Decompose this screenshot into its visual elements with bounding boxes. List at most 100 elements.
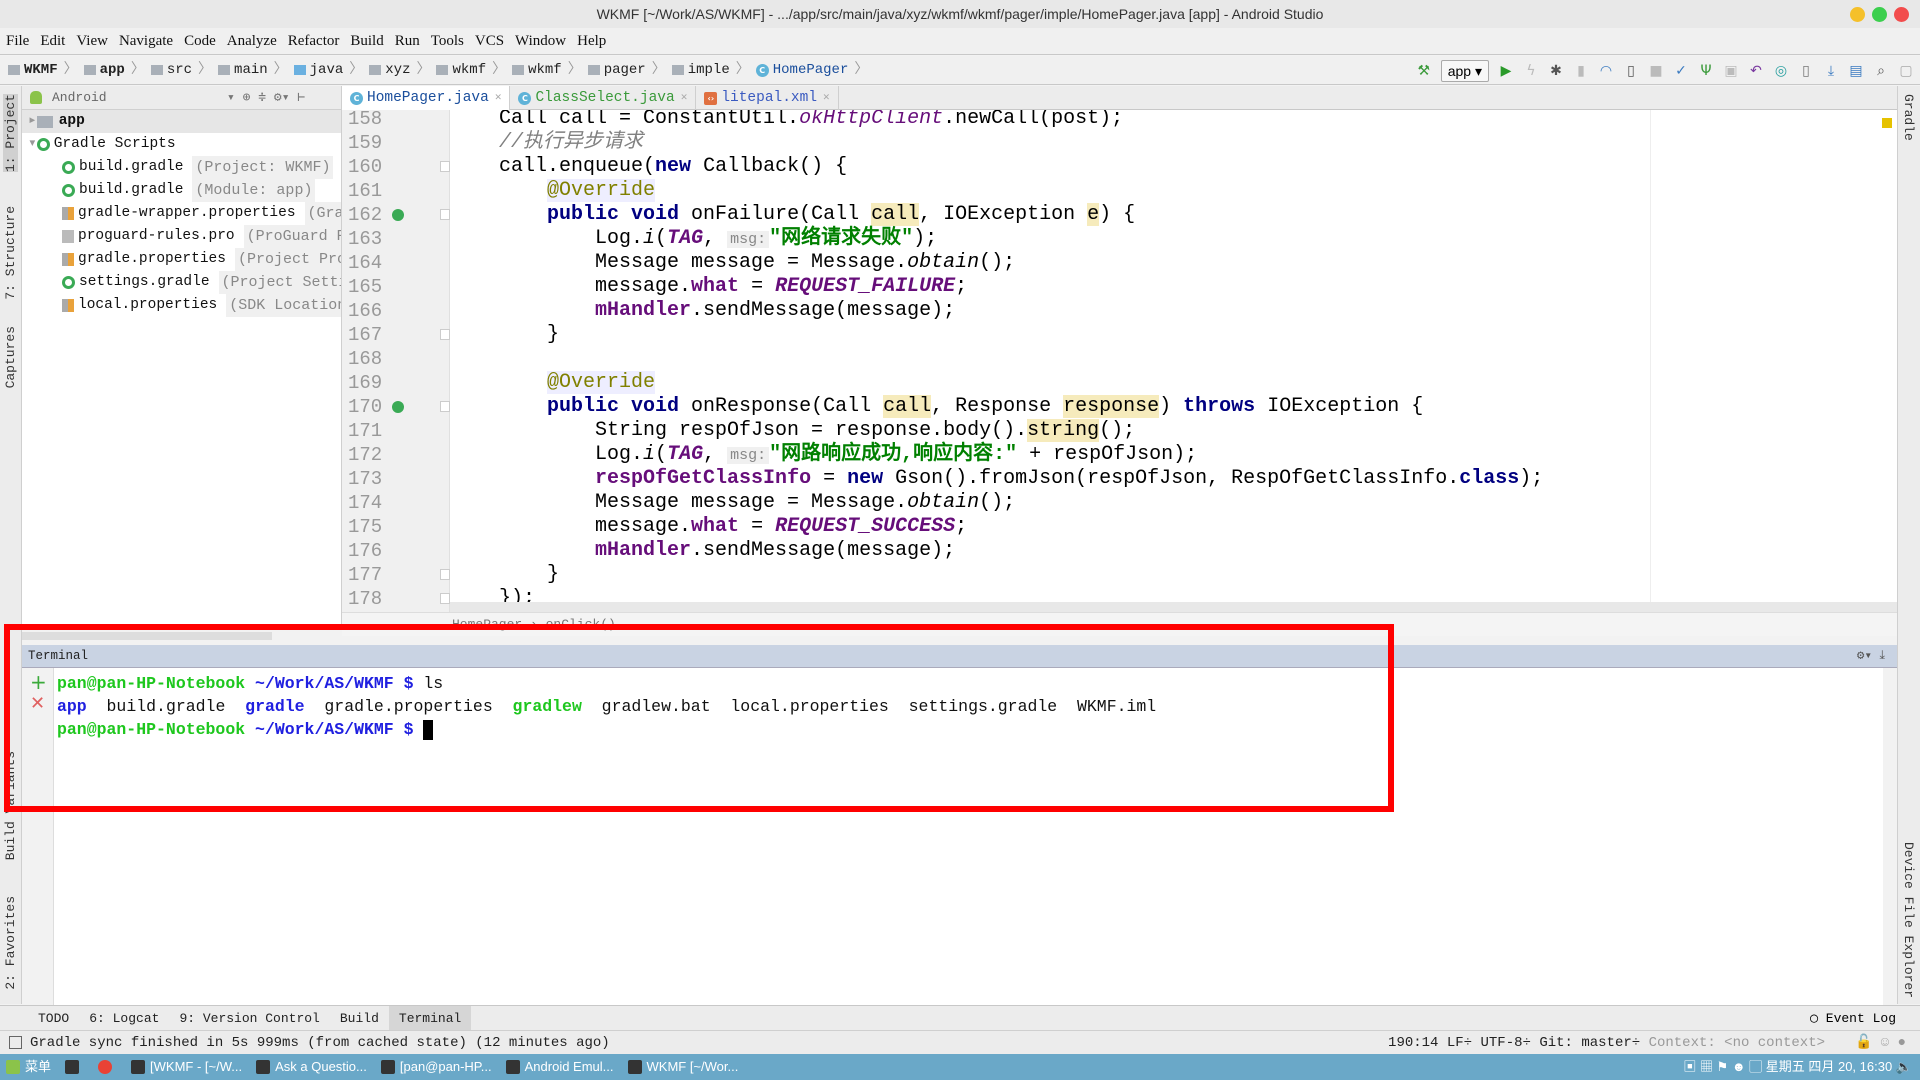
breadcrumb-item[interactable]: java 〉: [293, 56, 363, 85]
inspection-status-icon[interactable]: [1882, 118, 1892, 128]
menu-help[interactable]: Help: [577, 33, 606, 49]
bottom-tab-terminal[interactable]: Terminal: [388, 1006, 472, 1030]
breadcrumb-item[interactable]: main 〉: [218, 56, 288, 85]
menu-refactor[interactable]: Refactor: [288, 33, 340, 49]
volume-icon[interactable]: 🔈: [1896, 1059, 1912, 1074]
menu-analyze[interactable]: Analyze: [227, 33, 277, 49]
menu-view[interactable]: View: [76, 33, 108, 49]
tree-item[interactable]: gradle-wrapper.properties (Gradle: [22, 202, 341, 225]
project-horizontal-scrollbar[interactable]: [22, 632, 272, 640]
menu-run[interactable]: Run: [395, 33, 420, 49]
apply-changes-icon[interactable]: ϟ: [1523, 63, 1539, 79]
taskbar-task[interactable]: Android Emul...: [505, 1054, 614, 1080]
bottom-tab-9-version-control[interactable]: 9: Version Control: [169, 1006, 329, 1030]
code-editor[interactable]: 158 Call call = ConstantUtil.okHttpClien…: [342, 110, 1897, 612]
lock-icon[interactable]: 🔓 ☺ ●: [1855, 1031, 1906, 1055]
sync-gradle-icon[interactable]: ◎: [1773, 63, 1789, 79]
chrome-launcher-icon[interactable]: [98, 1060, 117, 1074]
close-tab-icon[interactable]: ✕: [495, 86, 502, 110]
editor-breadcrumb-text[interactable]: HomePager › onClick(): [452, 617, 616, 632]
breadcrumb-item[interactable]: pager 〉: [587, 56, 666, 85]
tree-item[interactable]: gradle.properties (Project Properties: [22, 248, 341, 271]
tool-window-device-file-explorer[interactable]: Device File Explorer: [1901, 842, 1916, 998]
project-view-select[interactable]: Android: [52, 90, 107, 105]
context-indicator[interactable]: Context: <no context>: [1649, 1035, 1825, 1051]
breadcrumb-item[interactable]: xyz 〉: [369, 56, 430, 85]
tool-window-project[interactable]: 1: Project: [3, 94, 18, 173]
vcs-revert-icon[interactable]: ↶: [1748, 63, 1764, 79]
tree-item[interactable]: build.gradle (Project: WKMF): [22, 156, 341, 179]
menu-code[interactable]: Code: [184, 33, 216, 49]
taskbar-task[interactable]: WKMF [~/Wor...: [627, 1054, 738, 1080]
profile-icon[interactable]: ▮: [1573, 63, 1589, 79]
stop-icon[interactable]: ■: [1648, 63, 1664, 79]
run-config-select[interactable]: app ▾: [1440, 60, 1489, 82]
editor-horizontal-scrollbar[interactable]: [450, 602, 1897, 612]
event-log-button[interactable]: ◯ Event Log: [1810, 1006, 1896, 1031]
tool-window-build-variants[interactable]: Build Variants: [3, 751, 18, 860]
vcs-compare-icon[interactable]: ▣: [1723, 63, 1739, 79]
vcs-update-icon[interactable]: ✓: [1673, 63, 1689, 79]
tab-classselect-java[interactable]: C ClassSelect.java ✕: [510, 86, 697, 110]
taskbar-task[interactable]: [WKMF - [~/W...: [131, 1054, 242, 1080]
git-branch[interactable]: Git: master÷: [1539, 1035, 1640, 1051]
breadcrumb-item[interactable]: WKMF 〉: [8, 56, 78, 85]
tree-item[interactable]: ▸ app: [22, 110, 341, 133]
project-structure-icon[interactable]: ▤: [1848, 63, 1864, 79]
fold-marker-icon[interactable]: [440, 401, 450, 412]
override-marker-icon[interactable]: [392, 401, 404, 413]
file-encoding[interactable]: UTF-8÷: [1481, 1035, 1531, 1051]
attach-debugger-icon[interactable]: ◠: [1598, 63, 1614, 79]
breadcrumb-item[interactable]: wkmf 〉: [436, 56, 506, 85]
caret-position[interactable]: 190:14: [1388, 1035, 1438, 1051]
expand-arrow-icon[interactable]: ▸: [28, 110, 37, 133]
fold-marker-icon[interactable]: [440, 161, 450, 172]
close-session-icon[interactable]: ✕: [30, 693, 45, 714]
override-marker-icon[interactable]: [392, 209, 404, 221]
vcs-commit-icon[interactable]: Ψ: [1698, 63, 1714, 79]
bottom-tab-6-logcat[interactable]: 6: Logcat: [79, 1006, 169, 1030]
terminal-settings-icon[interactable]: ⚙▾ ⤓: [1857, 645, 1885, 668]
tool-window-structure[interactable]: 7: Structure: [3, 206, 18, 300]
tool-window-favorites[interactable]: 2: Favorites: [3, 896, 18, 990]
fold-marker-icon[interactable]: [440, 593, 450, 604]
close-button[interactable]: [1894, 7, 1909, 22]
tool-window-captures[interactable]: Captures: [3, 326, 18, 388]
status-message[interactable]: Gradle sync finished in 5s 999ms (from c…: [30, 1035, 610, 1051]
taskbar-task[interactable]: [pan@pan-HP...: [380, 1054, 492, 1080]
bottom-tab-build[interactable]: Build: [330, 1006, 389, 1030]
fold-marker-icon[interactable]: [440, 569, 450, 580]
tool-windows-toggle-icon[interactable]: [9, 1036, 22, 1049]
tab-homepager-java[interactable]: C HomePager.java ✕: [342, 86, 511, 110]
breadcrumb-item[interactable]: imple 〉: [671, 56, 750, 85]
fold-marker-icon[interactable]: [440, 329, 450, 340]
clock[interactable]: 星期五 四月 20, 16:30: [1766, 1059, 1892, 1074]
menu-window[interactable]: Window: [515, 33, 566, 49]
expand-arrow-icon[interactable]: ▾: [28, 133, 37, 156]
terminal[interactable]: + ✕ pan@pan-HP-Notebook ~/Work/AS/WKMF $…: [22, 668, 1883, 1005]
menu-vcs[interactable]: VCS: [475, 33, 504, 49]
line-separator[interactable]: LF÷: [1447, 1035, 1472, 1051]
tree-item[interactable]: settings.gradle (Project Settings: [22, 271, 341, 294]
user-icon[interactable]: ▢: [1898, 63, 1914, 79]
tree-item[interactable]: build.gradle (Module: app): [22, 179, 341, 202]
breadcrumb-item[interactable]: wkmf 〉: [512, 56, 582, 85]
run-icon[interactable]: ▶: [1498, 63, 1514, 79]
close-tab-icon[interactable]: ✕: [823, 86, 830, 110]
search-icon[interactable]: ⌕: [1873, 63, 1889, 79]
breadcrumb-item[interactable]: src 〉: [150, 56, 212, 85]
maximize-button[interactable]: [1872, 7, 1887, 22]
start-menu[interactable]: 菜单: [6, 1054, 51, 1080]
menu-build[interactable]: Build: [350, 33, 383, 49]
sdk-manager-icon[interactable]: ⤓: [1823, 63, 1839, 79]
debug-icon[interactable]: ✱: [1548, 63, 1564, 79]
menu-navigate[interactable]: Navigate: [119, 33, 173, 49]
tree-item[interactable]: local.properties (SDK Location): [22, 294, 341, 317]
breadcrumb-item[interactable]: C HomePager 〉: [755, 56, 868, 85]
tray-icons[interactable]: ▣ ▦ ⚑ ☻ ▢: [1683, 1059, 1765, 1074]
taskbar-task[interactable]: Ask a Questio...: [256, 1054, 367, 1080]
new-session-icon[interactable]: +: [30, 670, 47, 694]
make-project-icon[interactable]: ⚒: [1416, 63, 1432, 79]
minimize-button[interactable]: [1850, 7, 1865, 22]
fold-marker-icon[interactable]: [440, 209, 450, 220]
